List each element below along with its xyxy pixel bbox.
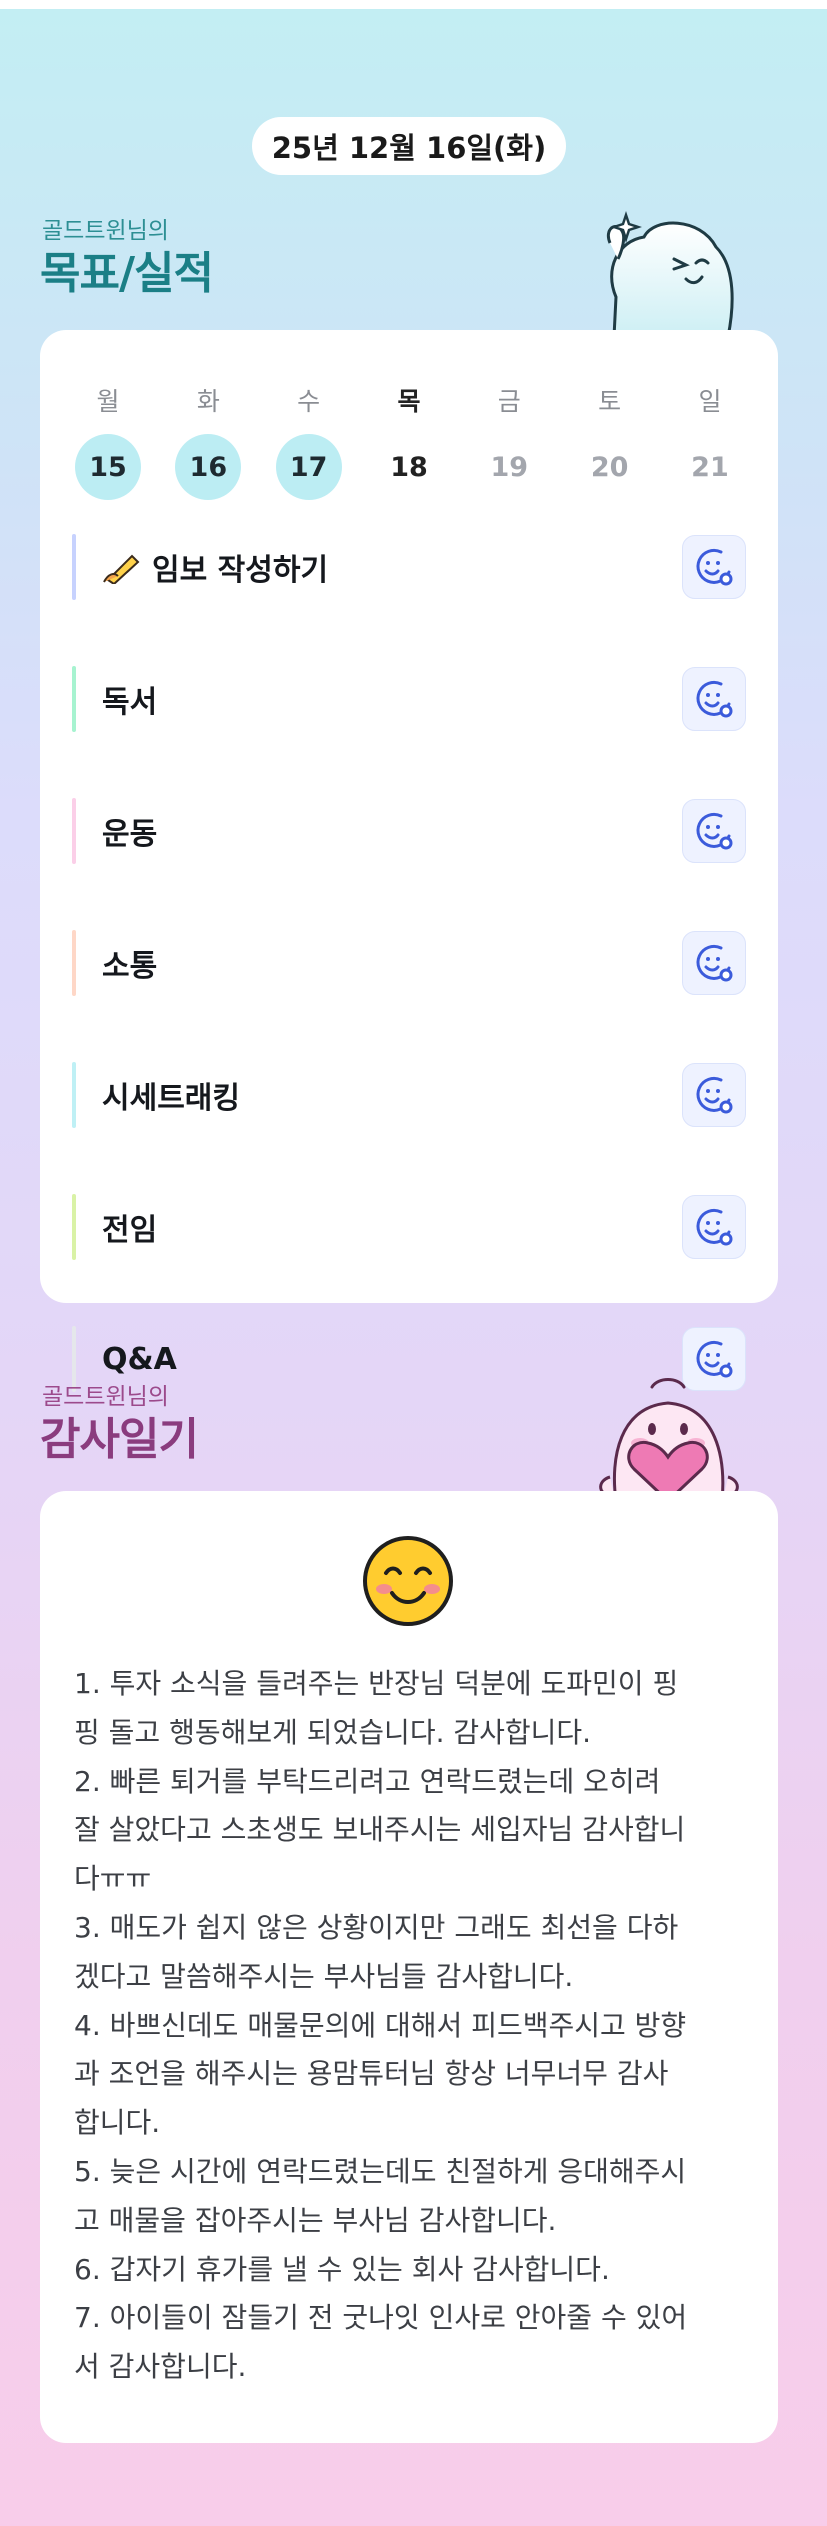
weekday-label-today: 목 bbox=[397, 387, 421, 416]
goal-row[interactable]: 시세트래킹 bbox=[72, 1062, 746, 1128]
goal-label: 시세트래킹 bbox=[102, 1081, 240, 1116]
date-circle-done[interactable]: 17 bbox=[275, 434, 342, 500]
goal-label: 전임 bbox=[102, 1213, 158, 1248]
date-circle[interactable]: 20 bbox=[577, 434, 643, 500]
diary-section-title: 감사일기 bbox=[40, 1414, 199, 1465]
weekday-label: 수 bbox=[297, 387, 321, 416]
diary-text: 1. 투자 소식을 들려주는 반장님 덕분에 도파민이 핑 핑 돌고 행동해보게… bbox=[74, 1667, 688, 2384]
date-circle[interactable]: 19 bbox=[476, 434, 542, 500]
goal-row[interactable]: 임보 작성하기 bbox=[72, 534, 746, 600]
smile-add-icon[interactable] bbox=[682, 1195, 746, 1259]
weekday-label: 일 bbox=[698, 387, 722, 416]
goal-row[interactable]: 전임 bbox=[72, 1194, 746, 1260]
writing-hand-icon bbox=[102, 550, 152, 584]
goal-color-bar bbox=[72, 1062, 76, 1128]
goal-label: 임보 작성하기 bbox=[152, 553, 329, 588]
date-circle-done[interactable]: 15 bbox=[75, 434, 141, 500]
weekday-header: 월 화 수 목 금 토 일 bbox=[40, 382, 778, 418]
goal-color-bar bbox=[72, 798, 76, 864]
date-circle[interactable]: 21 bbox=[677, 434, 743, 500]
ghost-mascot-icon bbox=[607, 211, 734, 337]
goal-label: Q&A bbox=[102, 1341, 177, 1377]
goal-label: 운동 bbox=[102, 817, 158, 852]
smiling-face-icon bbox=[363, 1536, 453, 1626]
smile-add-icon[interactable] bbox=[682, 667, 746, 731]
goal-info: 독서 bbox=[72, 666, 157, 732]
weekday-label: 금 bbox=[497, 387, 521, 416]
week-dates: 15 16 17 18 19 20 21 bbox=[40, 434, 778, 500]
goal-info: 운동 bbox=[72, 798, 157, 864]
heart-mascot-icon bbox=[599, 1378, 739, 1501]
goals-section-title: 목표/실적 bbox=[40, 248, 214, 299]
goal-color-bar bbox=[72, 534, 76, 600]
goal-info: 전임 bbox=[72, 1194, 157, 1260]
page: 25년 12월 16일(화) 골드트윈님의 목표/실적 월 화 수 목 금 토 … bbox=[0, 0, 827, 2526]
smile-add-icon[interactable] bbox=[682, 799, 746, 863]
goal-row[interactable]: 소통 bbox=[72, 930, 746, 996]
smile-add-icon[interactable] bbox=[682, 535, 746, 599]
goal-info: 시세트래킹 bbox=[72, 1062, 240, 1128]
weekday-label: 화 bbox=[196, 387, 220, 416]
weekday-label: 월 bbox=[96, 387, 120, 416]
goal-row[interactable]: 운동 bbox=[72, 798, 746, 864]
goal-color-bar bbox=[72, 666, 76, 732]
goal-info: 소통 bbox=[72, 930, 157, 996]
goal-label: 소통 bbox=[102, 949, 158, 984]
goal-color-bar bbox=[72, 1194, 76, 1260]
date-circle-today[interactable]: 18 bbox=[376, 434, 442, 500]
goal-label: 독서 bbox=[102, 685, 158, 720]
smile-add-icon[interactable] bbox=[682, 931, 746, 995]
date-circle-done[interactable]: 16 bbox=[175, 434, 242, 500]
goals-card: 월 화 수 목 금 토 일 15 16 17 18 19 20 21 임보 작성… bbox=[40, 330, 778, 1392]
weekday-label: 토 bbox=[598, 387, 622, 416]
goal-color-bar bbox=[72, 930, 76, 996]
smile-add-icon[interactable] bbox=[682, 1063, 746, 1127]
date-pill[interactable]: 25년 12월 16일(화) bbox=[252, 117, 566, 175]
goal-row[interactable]: 독서 bbox=[72, 666, 746, 732]
date-label: 25년 12월 16일(화) bbox=[271, 131, 547, 165]
goal-info: 임보 작성하기 bbox=[72, 534, 328, 600]
